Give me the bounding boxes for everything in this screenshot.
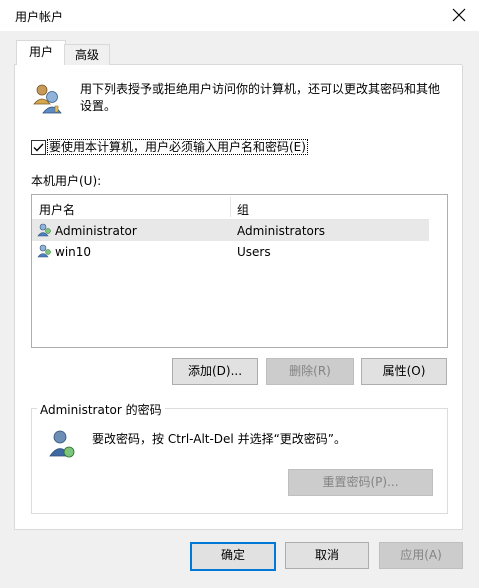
table-row[interactable]: win10 Users: [32, 241, 429, 262]
table-row[interactable]: Administrator Administrators: [32, 220, 429, 241]
users-icon: [33, 84, 62, 114]
title-bar: 用户帐户: [0, 0, 479, 31]
remove-user-button[interactable]: 删除(R): [266, 358, 354, 385]
user-icon: [37, 244, 51, 258]
description-text: 用下列表授予或拒绝用户访问你的计算机，还可以更改其密码和其他设置。: [80, 82, 441, 113]
close-button[interactable]: [448, 4, 470, 26]
apply-button[interactable]: 应用(A): [379, 542, 463, 569]
ok-button[interactable]: 确定: [190, 542, 276, 571]
close-icon: [452, 8, 466, 22]
window-title: 用户帐户: [15, 10, 64, 24]
column-header-username[interactable]: 用户名: [39, 201, 75, 218]
user-icon: [49, 430, 75, 458]
password-hint: 要改密码，按 Ctrl-Alt-Del 并选择“更改密码”。: [92, 432, 347, 446]
must-login-checkbox[interactable]: [31, 140, 46, 155]
add-user-button[interactable]: 添加(D)...: [172, 358, 258, 385]
username-cell: win10: [55, 245, 92, 259]
list-header: 用户名 组: [32, 195, 429, 220]
username-cell: Administrator: [55, 224, 137, 238]
password-group: [31, 408, 448, 514]
column-header-group[interactable]: 组: [237, 201, 249, 218]
group-cell: Administrators: [237, 224, 326, 238]
tab-advanced[interactable]: 高级: [64, 44, 110, 65]
users-list[interactable]: 用户名 组 Administrator Administrators win10…: [31, 194, 448, 348]
reset-password-button[interactable]: 重置密码(P)...: [288, 469, 433, 496]
local-users-label: 本机用户(U):: [31, 174, 102, 188]
properties-button[interactable]: 属性(O): [361, 358, 447, 385]
cancel-button[interactable]: 取消: [285, 542, 369, 569]
user-icon: [37, 223, 51, 237]
tab-users[interactable]: 用户: [16, 40, 66, 66]
group-cell: Users: [237, 245, 271, 259]
must-login-checkbox-label[interactable]: 要使用本计算机，用户必须输入用户名和密码(E): [47, 139, 308, 155]
password-group-title: Administrator 的密码: [37, 401, 165, 418]
checkmark-icon: [33, 143, 44, 152]
column-divider[interactable]: [230, 197, 231, 217]
